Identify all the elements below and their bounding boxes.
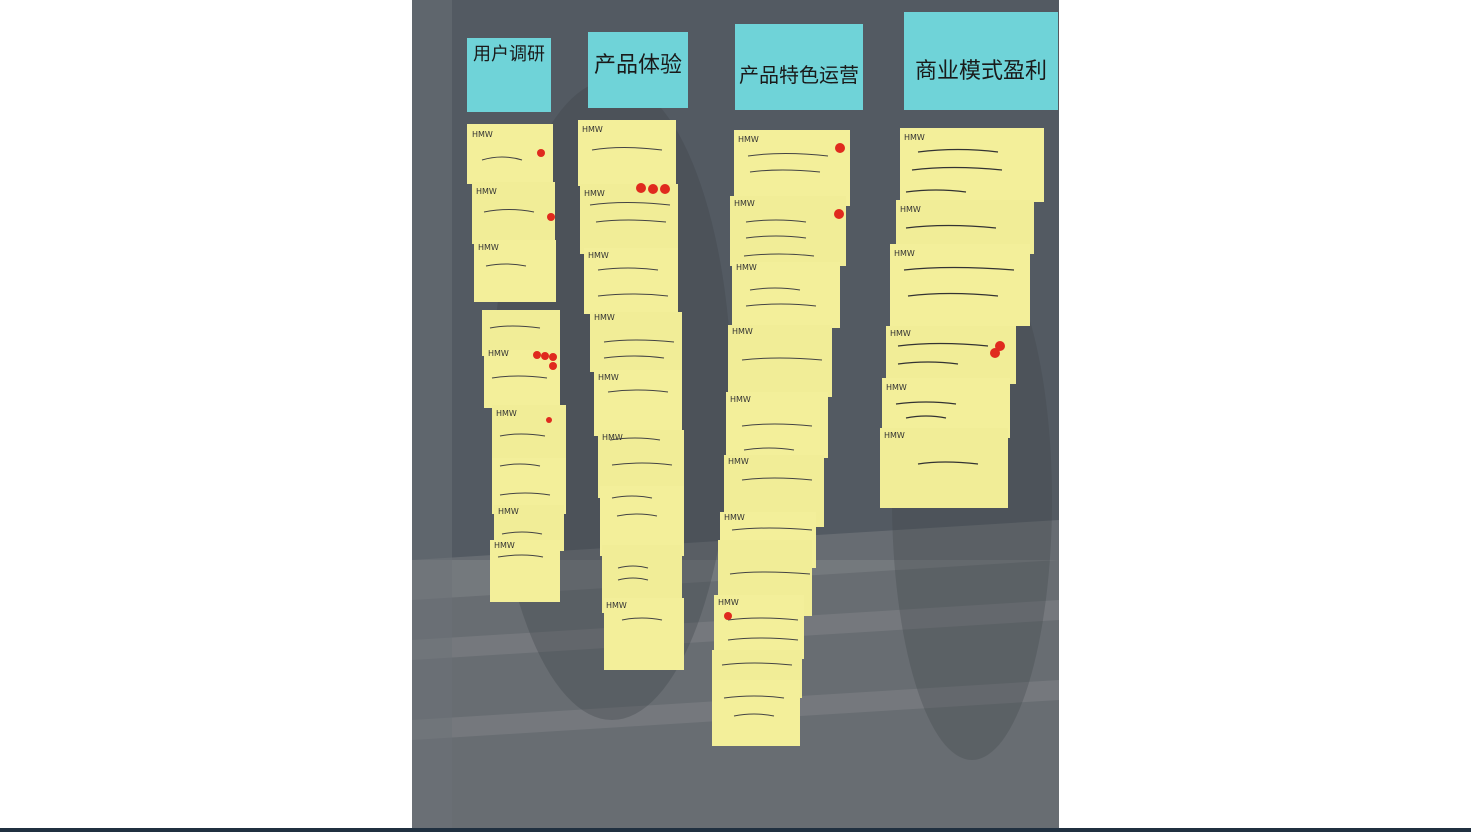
svg-text:HMW: HMW [738, 135, 759, 144]
bottom-strip [0, 828, 1471, 832]
svg-text:HMW: HMW [488, 349, 509, 358]
svg-text:HMW: HMW [472, 130, 493, 139]
svg-text:HMW: HMW [498, 507, 519, 516]
svg-text:HMW: HMW [734, 199, 755, 208]
svg-text:HMW: HMW [588, 251, 609, 260]
svg-text:HMW: HMW [886, 383, 907, 392]
svg-text:HMW: HMW [724, 513, 745, 522]
svg-text:HMW: HMW [594, 313, 615, 322]
svg-text:HMW: HMW [582, 125, 603, 134]
header-label-3: 产品特色运营 [739, 63, 859, 87]
svg-text:HMW: HMW [478, 243, 499, 252]
header-note-4: 商业模式盈利 [904, 12, 1058, 110]
header-note-3: 产品特色运营 [735, 24, 863, 110]
svg-text:HMW: HMW [890, 329, 911, 338]
header-note-2: 产品体验 [588, 32, 688, 108]
header-label-4: 商业模式盈利 [915, 59, 1047, 84]
svg-text:HMW: HMW [736, 263, 757, 272]
svg-text:HMW: HMW [718, 598, 739, 607]
svg-text:HMW: HMW [900, 205, 921, 214]
svg-text:HMW: HMW [894, 249, 915, 258]
svg-text:HMW: HMW [884, 431, 905, 440]
svg-text:HMW: HMW [732, 327, 753, 336]
header-label-2: 产品体验 [594, 53, 682, 78]
svg-text:HMW: HMW [602, 433, 623, 442]
svg-text:HMW: HMW [584, 189, 605, 198]
board-illustration: 用户调研 产品体验 产品特色运营 商业模式盈利 HMW HMW HMW HMW … [412, 0, 1059, 832]
svg-text:HMW: HMW [494, 541, 515, 550]
svg-text:HMW: HMW [496, 409, 517, 418]
sticky-note-board-photo: 用户调研 产品体验 产品特色运营 商业模式盈利 HMW HMW HMW HMW … [412, 0, 1059, 832]
image-canvas: 用户调研 产品体验 产品特色运营 商业模式盈利 HMW HMW HMW HMW … [0, 0, 1471, 832]
svg-text:HMW: HMW [598, 373, 619, 382]
svg-text:HMW: HMW [606, 601, 627, 610]
svg-text:HMW: HMW [904, 133, 925, 142]
header-label-1: 用户调研 [473, 44, 545, 65]
svg-text:HMW: HMW [476, 187, 497, 196]
svg-text:HMW: HMW [730, 395, 751, 404]
header-note-1: 用户调研 [467, 38, 551, 112]
svg-text:HMW: HMW [728, 457, 749, 466]
